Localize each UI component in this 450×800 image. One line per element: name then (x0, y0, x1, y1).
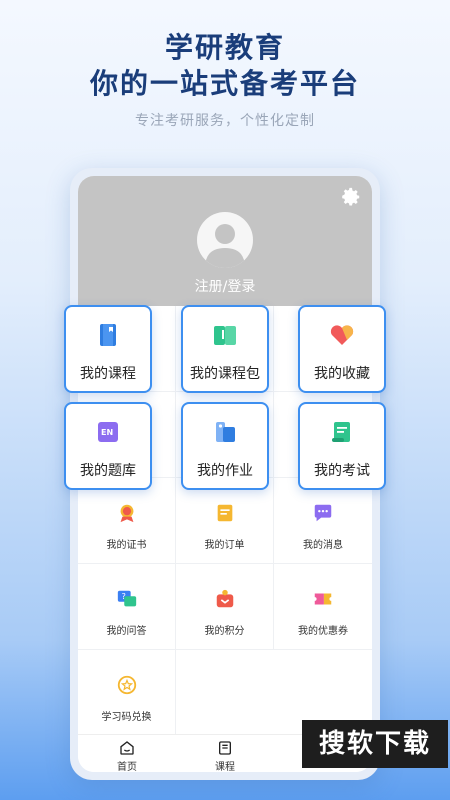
heart-icon (330, 325, 354, 345)
promo-title-line2: 你的一站式备考平台 (89, 67, 360, 100)
user-silhouette-icon (205, 224, 245, 268)
grid-item-coupons[interactable]: 我的优惠券 (274, 564, 372, 650)
svg-text:?: ? (121, 591, 125, 601)
tab-course-label: 课程 (215, 762, 235, 772)
card-my-exams[interactable]: 我的考试 (298, 402, 386, 490)
avatar[interactable] (197, 212, 253, 268)
order-icon (217, 504, 232, 522)
grid-item-orders[interactable]: 我的订单 (176, 478, 274, 564)
card-label: 我的考试 (314, 463, 370, 479)
grid-item-label: 我的优惠券 (298, 626, 348, 637)
card-label: 我的作业 (197, 463, 253, 479)
grid-item-label: 我的积分 (204, 626, 245, 637)
course-icon (219, 741, 231, 755)
promo-title-line1: 学研教育 (164, 31, 285, 64)
promo-subtitle: 专注考研服务，个性化定制 (135, 113, 315, 129)
tab-home[interactable]: 首页 (78, 740, 176, 772)
grid-item-label: 我的证书 (106, 540, 147, 551)
gear-icon[interactable] (340, 186, 362, 208)
tab-course[interactable]: 课程 (176, 740, 274, 772)
grid-item-label: 我的订单 (204, 540, 245, 551)
homework-icon (216, 422, 235, 442)
grid-item-label: 我的消息 (303, 540, 343, 551)
card-my-course-packs[interactable]: 我的课程包 (181, 305, 269, 393)
grid-item-certificate[interactable]: 我的证书 (78, 478, 176, 564)
promo-header: 学研教育 你的一站式备考平台 专注考研服务，个性化定制 (0, 30, 450, 130)
card-label: 我的课程包 (190, 366, 260, 382)
grid-item-label: 我的问答 (106, 626, 147, 637)
grid-item-label: 学习码兑换 (101, 712, 152, 723)
svg-text:EN: EN (101, 428, 113, 437)
card-label: 我的题库 (80, 463, 136, 479)
watermark-logo: 搜软下载 (302, 720, 448, 768)
card-my-favorites[interactable]: 我的收藏 (298, 305, 386, 393)
login-link[interactable]: 注册/登录 (78, 276, 372, 296)
tab-home-label: 首页 (117, 762, 137, 772)
open-book-icon (214, 326, 236, 345)
coupon-icon (314, 593, 332, 605)
scroll-icon (332, 422, 350, 442)
card-my-homework[interactable]: 我的作业 (181, 402, 269, 490)
grid-item-redeem[interactable]: 学习码兑换 (78, 650, 176, 736)
grid-item-points[interactable]: 我的积分 (176, 564, 274, 650)
medal-icon (120, 504, 133, 523)
grid-item-messages[interactable]: 我的消息 (274, 478, 372, 564)
grid-item-qa[interactable]: ? 我的问答 (78, 564, 176, 650)
profile-header: 注册/登录 (78, 176, 372, 306)
points-icon (216, 589, 233, 608)
home-icon (120, 741, 134, 755)
card-my-courses[interactable]: 我的课程 (64, 305, 152, 393)
message-icon (314, 504, 332, 522)
qa-icon: ? (117, 590, 136, 607)
card-label: 我的收藏 (314, 366, 370, 382)
en-book-icon: EN (98, 422, 118, 442)
card-label: 我的课程 (80, 366, 136, 382)
book-icon (100, 324, 116, 346)
card-my-question-bank[interactable]: EN 我的题库 (64, 402, 152, 490)
redeem-icon (117, 675, 136, 695)
